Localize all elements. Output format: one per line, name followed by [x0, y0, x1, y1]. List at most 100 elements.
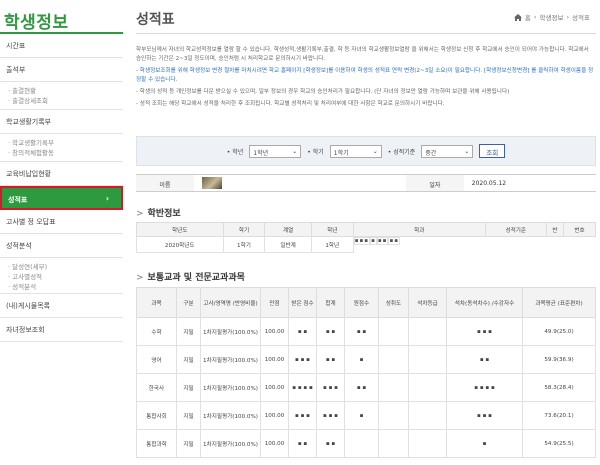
- table-cell: [378, 345, 409, 374]
- date-value: 2020.05.12: [471, 179, 507, 187]
- table-cell: 1차지필평가(100.0%): [200, 345, 261, 374]
- section-heading-class-info: > 학반정보: [136, 206, 181, 219]
- sidebar-item-school-record[interactable]: 학교생활기록부: [0, 110, 123, 134]
- table-cell: ▪: [344, 401, 379, 430]
- table-header: 번호: [563, 222, 596, 237]
- table-header: 과목평균 (표준편차): [522, 287, 596, 318]
- chevron-down-icon: ⌄: [372, 147, 378, 155]
- table-cell: ▪ ▪ ▪ ▪: [446, 373, 523, 402]
- term-label: • 학기: [307, 148, 324, 156]
- table-header-row: 과목 구분 고사/영역명 (반영비율) 만점 받은 점수 합계 원점수 성취도 …: [136, 287, 596, 318]
- description-intro: 학부모님께서 자녀의 학교성적정보를 열람 할 수 있습니다. 학생성적,생활기…: [136, 47, 589, 62]
- table-header: 학년: [310, 222, 354, 237]
- sidebar-item-answer-sheet[interactable]: 고사별 정 오답표: [0, 210, 123, 234]
- sidebar-subitem-creative[interactable]: · 창의적체험활동: [8, 147, 123, 157]
- table-cell: [344, 429, 379, 458]
- table-header: 과목: [136, 287, 177, 318]
- table-cell: ▪: [370, 237, 377, 245]
- table-row: 수학 지필 1차지필평가(100.0%) 100.00 ▪ ▪ ▪ ▪ ▪ ▪ …: [136, 317, 596, 346]
- year-select-value: 1학년: [253, 149, 269, 157]
- year-select[interactable]: 1학년 ⌄: [249, 144, 302, 158]
- home-icon[interactable]: [513, 13, 522, 21]
- date-label: 일자: [406, 175, 464, 191]
- table-cell: ▪▪: [388, 237, 401, 245]
- table-cell: 한국사: [136, 373, 177, 402]
- breadcrumb-home[interactable]: 홈: [525, 12, 531, 22]
- table-cell: [378, 373, 409, 402]
- sidebar-item-attendance-book[interactable]: 출석부: [0, 58, 123, 82]
- table-cell: 100.00: [260, 317, 289, 346]
- main-content: 성적표 홈 › 학생정보 › 성적표 학부모님께서 자녀의 학교성적정보를 열람…: [136, 0, 596, 465]
- sidebar-subitem-record[interactable]: · 학교생활기록부: [8, 137, 123, 147]
- table-row: 2020학년도 1학기 일반계 1학년 ▪▪▪ ▪ ▪▪ ▪▪: [136, 236, 596, 253]
- table-cell: 지필: [176, 401, 201, 430]
- breadcrumb-separator-icon: ›: [533, 13, 537, 21]
- sidebar-item-timetable[interactable]: 시간표: [0, 34, 123, 58]
- sidebar-subitem-attendance-detail[interactable]: · 출결상세조회: [8, 95, 123, 105]
- table-header: 반: [545, 222, 565, 237]
- sidebar-subitem-analysis-1[interactable]: · 달성연(세부): [8, 261, 123, 271]
- table-cell: ▪ ▪ ▪ ▪: [288, 373, 317, 402]
- description-line-1: - 학생정보조회를 위해 학생정보 변경 절차를 마치시려면 학교 홈페이지 […: [136, 68, 594, 83]
- table-cell: 73.6(20.1): [522, 401, 596, 430]
- table-header: 학년도: [136, 222, 224, 237]
- table-cell: [408, 401, 447, 430]
- year-label: • 학년: [226, 148, 244, 156]
- table-cell: 2020학년도: [136, 236, 224, 253]
- table-cell: 1차지필평가(100.0%): [200, 401, 261, 430]
- chevron-right-icon: >: [136, 273, 144, 283]
- criteria-select[interactable]: 중간 ⌄: [421, 144, 474, 158]
- table-cell: [408, 345, 447, 374]
- breadcrumb-student-info[interactable]: 학생정보: [540, 12, 564, 22]
- term-select[interactable]: 1학기 ⌄: [329, 144, 382, 158]
- table-header: 학기: [222, 222, 266, 237]
- search-button[interactable]: 조회: [479, 144, 506, 158]
- chevron-down-icon: ⌄: [292, 147, 298, 155]
- table-cell: 100.00: [260, 373, 289, 402]
- table-header: 원점수: [344, 287, 379, 318]
- section-title-class-info: 학반정보: [147, 209, 181, 219]
- sidebar-item-report-card-label: 성적표: [8, 196, 28, 204]
- table-cell: ▪ ▪: [344, 317, 379, 346]
- table-cell: ▪: [344, 345, 379, 374]
- chevron-down-icon: ⌄: [464, 147, 470, 155]
- table-cell: ▪ ▪: [344, 373, 379, 402]
- table-cell: 영어: [136, 345, 177, 374]
- table-cell: [378, 429, 409, 458]
- table-header: 고사/영역명 (반영비율): [200, 287, 261, 318]
- table-cell: ▪ ▪: [316, 317, 345, 346]
- table-cell: 지필: [176, 345, 201, 374]
- sidebar-sub-analysis: · 달성연(세부) · 고사별성적 · 성적분석: [0, 258, 123, 294]
- table-cell: [378, 317, 409, 346]
- table-row: 통합과학 지필 1차지필평가(100.0%) 100.00 ▪ ▪ ▪ ▪ ▪ …: [136, 429, 596, 458]
- table-header: 학과: [352, 222, 486, 237]
- chevron-right-icon: >: [136, 209, 144, 219]
- table-cell: 59.9(36.9): [522, 345, 596, 374]
- sidebar-item-child-info[interactable]: 자녀정보조회: [0, 318, 123, 342]
- table-cell: [408, 317, 447, 346]
- table-header: 구분: [176, 287, 201, 318]
- sidebar-item-tuition[interactable]: 교육비납입현황: [0, 162, 123, 186]
- table-cell: ▪ ▪: [316, 345, 345, 374]
- title-divider: [136, 33, 596, 34]
- table-cell: ▪ ▪ ▪: [316, 401, 345, 430]
- sidebar-subitem-analysis-3[interactable]: · 성적분석: [8, 281, 123, 291]
- table-header: 석차(동석차수) /수강자수: [446, 287, 523, 318]
- table-header: 계열: [264, 222, 312, 237]
- breadcrumb-current: 성적표: [572, 14, 590, 22]
- sidebar-item-my-posts[interactable]: (내)게시물목록: [0, 294, 123, 318]
- table-cell: [408, 373, 447, 402]
- sidebar-subitem-analysis-2[interactable]: · 고사별성적: [8, 271, 123, 281]
- table-header: 만점: [260, 287, 289, 318]
- table-cell: ▪ ▪: [288, 429, 317, 458]
- sidebar-subitem-attendance-status[interactable]: · 출결현황: [8, 85, 123, 95]
- table-cell: ▪ ▪: [288, 317, 317, 346]
- student-info-row: 이름 일자 2020.05.12: [136, 174, 596, 192]
- name-label: 이름: [136, 175, 194, 191]
- filter-bar: • 학년 1학년 ⌄ • 학기 1학기 ⌄ • 성적기준 중간 ⌄ 조회: [136, 136, 596, 166]
- table-cell: 통합사회: [136, 401, 177, 430]
- sidebar-item-report-card[interactable]: 성적표 ›: [0, 186, 123, 210]
- table-cell: ▪ ▪ ▪: [288, 345, 317, 374]
- table-cell: [408, 429, 447, 458]
- sidebar-item-grade-analysis[interactable]: 성적분석: [0, 234, 123, 258]
